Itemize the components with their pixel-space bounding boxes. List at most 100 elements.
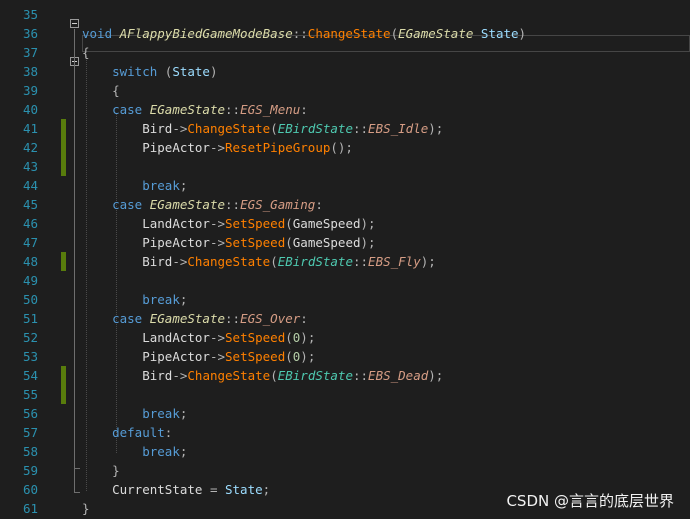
code-token: SetSpeed xyxy=(225,330,286,345)
code-token: ChangeState xyxy=(187,368,271,383)
switch-outline-end xyxy=(74,468,80,469)
code-token: :: xyxy=(352,254,369,269)
code-token: : xyxy=(315,197,323,212)
code-token: ); xyxy=(360,235,376,250)
change-indicator xyxy=(61,138,66,157)
code-token: ResetPipeGroup xyxy=(225,140,331,155)
collapse-function-icon[interactable] xyxy=(70,19,79,28)
code-line[interactable]: { xyxy=(82,81,120,100)
code-token: ( xyxy=(390,26,399,41)
code-line[interactable]: default: xyxy=(82,423,172,442)
code-token: ( xyxy=(285,216,293,231)
code-token: ; xyxy=(179,406,188,421)
code-token: ; xyxy=(179,178,188,193)
code-token: = xyxy=(202,482,225,497)
code-line[interactable]: PipeActor->SetSpeed(GameSpeed); xyxy=(82,233,376,252)
code-token: } xyxy=(112,463,120,478)
code-token: EGS_Over xyxy=(240,311,301,326)
change-indicator xyxy=(61,119,66,138)
code-token: LandActor xyxy=(142,216,210,231)
code-line[interactable]: case EGameState::EGS_Over: xyxy=(82,309,308,328)
line-number: 57 xyxy=(22,425,38,440)
code-token: -> xyxy=(172,254,188,269)
code-line[interactable]: void AFlappyBiedGameModeBase::ChangeStat… xyxy=(82,24,526,43)
code-token: LandActor xyxy=(142,330,210,345)
code-token: GameSpeed xyxy=(292,216,361,231)
code-line[interactable]: CurrentState = State; xyxy=(82,480,270,499)
code-line[interactable]: PipeActor->ResetPipeGroup(); xyxy=(82,138,353,157)
code-token: State xyxy=(225,482,263,497)
line-number: 59 xyxy=(22,463,38,478)
line-number: 44 xyxy=(22,178,38,193)
line-number: 53 xyxy=(22,349,38,364)
code-line[interactable]: PipeActor->SetSpeed(0); xyxy=(82,347,315,366)
line-number: 55 xyxy=(22,387,38,402)
code-line[interactable]: Bird->ChangeState(EBirdState::EBS_Idle); xyxy=(82,119,443,138)
code-token: case xyxy=(112,311,150,326)
code-token: EGameState xyxy=(149,197,226,212)
code-token: EBirdState xyxy=(277,368,353,383)
code-line[interactable]: } xyxy=(82,499,90,518)
code-line[interactable]: case EGameState::EGS_Menu: xyxy=(82,100,308,119)
line-number: 46 xyxy=(22,216,38,231)
line-number: 58 xyxy=(22,444,38,459)
code-token: EBS_Dead xyxy=(368,368,429,383)
code-token: ; xyxy=(179,444,188,459)
code-line[interactable]: break; xyxy=(82,442,187,461)
code-line[interactable]: break; xyxy=(82,404,187,423)
code-line[interactable]: switch (State) xyxy=(82,62,217,81)
code-token: { xyxy=(112,83,120,98)
code-token: EGameState xyxy=(149,311,226,326)
code-token: Bird xyxy=(142,368,173,383)
code-token: EBS_Idle xyxy=(368,121,429,136)
code-token: ); xyxy=(428,368,444,383)
code-editor[interactable]: 35 36 37 38 39 40 41 42 43 44 45 46 47 48 49 50 51 52 53 54… xyxy=(0,0,690,519)
code-token: -> xyxy=(172,368,188,383)
code-line[interactable]: break; xyxy=(82,176,187,195)
code-line[interactable]: { xyxy=(82,43,90,62)
code-token: :: xyxy=(225,311,241,326)
code-token: SetSpeed xyxy=(225,349,286,364)
code-token: EBS_Fly xyxy=(368,254,421,269)
code-token: -> xyxy=(209,216,226,231)
line-number: 49 xyxy=(22,273,38,288)
code-line[interactable]: } xyxy=(82,461,120,480)
code-line[interactable]: case EGameState::EGS_Gaming: xyxy=(82,195,323,214)
code-token: { xyxy=(82,45,90,60)
code-token: default xyxy=(112,425,165,440)
code-line[interactable]: LandActor->SetSpeed(0); xyxy=(82,328,315,347)
line-number: 48 xyxy=(22,254,38,269)
line-number: 56 xyxy=(22,406,38,421)
code-line[interactable]: LandActor->SetSpeed(GameSpeed); xyxy=(82,214,375,233)
code-line[interactable]: Bird->ChangeState(EBirdState::EBS_Fly); xyxy=(82,252,436,271)
code-token: EBirdState xyxy=(277,254,353,269)
code-token: SetSpeed xyxy=(225,216,286,231)
change-indicator xyxy=(61,157,66,176)
line-number: 54 xyxy=(22,368,38,383)
switch-outline-line xyxy=(74,67,75,468)
code-line[interactable]: break; xyxy=(82,290,187,309)
code-line[interactable]: Bird->ChangeState(EBirdState::EBS_Dead); xyxy=(82,366,443,385)
code-token: ; xyxy=(262,482,271,497)
code-token: -> xyxy=(209,349,226,364)
line-number: 38 xyxy=(22,64,38,79)
code-token: EGS_Gaming xyxy=(240,197,316,212)
function-outline-end xyxy=(74,492,80,493)
code-token: break xyxy=(142,178,180,193)
code-token: Bird xyxy=(142,254,173,269)
line-number: 40 xyxy=(22,102,38,117)
watermark: CSDN @言言的底层世界 xyxy=(506,492,674,510)
